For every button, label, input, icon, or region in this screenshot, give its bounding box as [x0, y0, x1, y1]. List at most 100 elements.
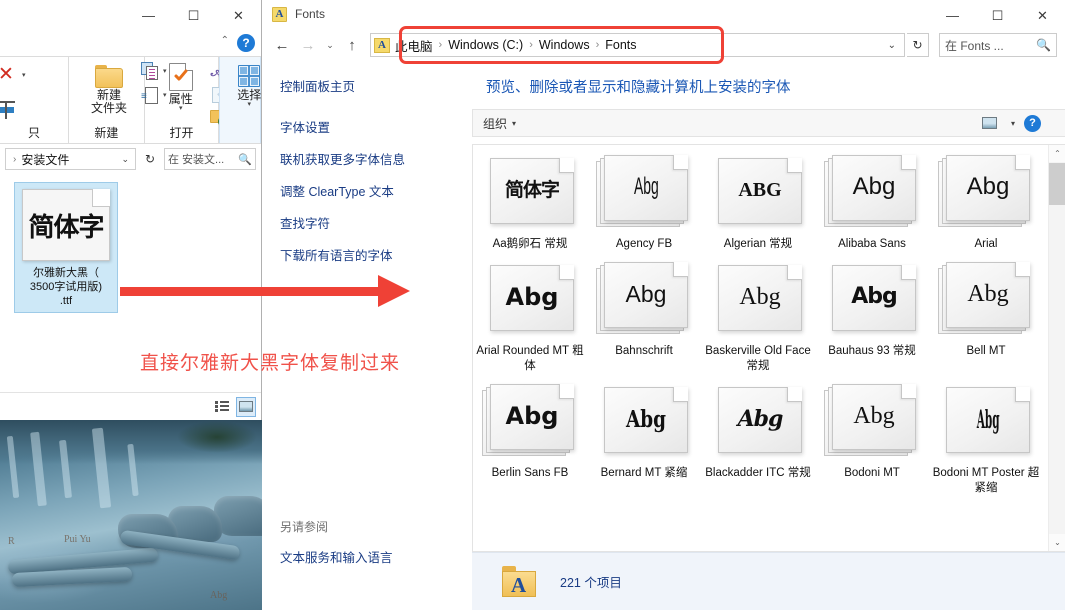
chevron-down-icon[interactable]: ⌄: [115, 154, 135, 165]
font-tile[interactable]: Abg Arial Rounded MT 粗体: [473, 262, 587, 374]
left-breadcrumb[interactable]: › 安装文件 ⌄: [5, 148, 136, 170]
font-tile[interactable]: Abg Berlin Sans FB: [473, 384, 587, 496]
fonts-grid[interactable]: 简体字 Aa鹅卵石 常规 Abg Agency FB ABG Algerian 常规 Abg…: [473, 155, 1048, 506]
font-sample-text: Abg: [851, 284, 898, 309]
properties-caret-icon[interactable]: ▾: [179, 105, 183, 112]
see-also-item-text-services[interactable]: 文本服务和输入语言: [280, 547, 393, 566]
font-sample-preview: Abg: [491, 266, 573, 330]
scrollbar-thumb[interactable]: [1049, 163, 1065, 205]
maximize-button[interactable]: ☐: [975, 0, 1020, 30]
details-view-button[interactable]: [212, 397, 232, 417]
details-view-icon: [215, 401, 229, 412]
font-tile[interactable]: Abg Alibaba Sans: [815, 155, 929, 252]
refresh-icon[interactable]: ↻: [140, 148, 160, 170]
font-file-icon: Abg: [938, 155, 1034, 233]
fonts-folder-icon: A: [502, 565, 538, 598]
close-button[interactable]: ✕: [1020, 0, 1065, 30]
font-tile[interactable]: Abg Baskerville Old Face 常规: [701, 262, 815, 374]
font-tile[interactable]: 简体字 Aa鹅卵石 常规: [473, 155, 587, 252]
sidebar-item-font-settings[interactable]: 字体设置: [280, 117, 462, 136]
breadcrumb-item-2[interactable]: Windows: [539, 38, 590, 52]
properties-button[interactable]: 属性 ▾: [151, 63, 211, 112]
font-name-label: Bodoni MT: [844, 467, 900, 479]
breadcrumb-item-3[interactable]: Fonts: [605, 38, 636, 52]
wallpaper-graffiti: R: [8, 536, 15, 547]
delete-icon[interactable]: ✕: [0, 65, 14, 84]
font-sample-text: Abg: [739, 284, 781, 310]
wallpaper-graffiti: Abg: [210, 590, 228, 601]
fonts-toolbar: 组织 ▾ ▾ ?: [472, 109, 1065, 137]
fonts-grid-scroll: 简体字 Aa鹅卵石 常规 Abg Agency FB ABG Algerian 常规 Abg…: [473, 145, 1048, 551]
forward-button[interactable]: →: [296, 33, 320, 57]
collapse-ribbon-icon[interactable]: ⌃: [221, 35, 229, 46]
fonts-window-controls: — ☐ ✕: [930, 0, 1065, 30]
view-caret-icon[interactable]: ▾: [1011, 119, 1015, 128]
help-icon[interactable]: ?: [237, 34, 255, 52]
fonts-search-input[interactable]: 在 Fonts ... 🔍: [939, 33, 1057, 57]
font-tile[interactable]: Abg Bahnschrift: [587, 262, 701, 374]
font-tile[interactable]: ABG Algerian 常规: [701, 155, 815, 252]
font-name-label: Bodoni MT Poster 超紧缩: [932, 467, 1040, 494]
font-sample-text: Abg: [853, 403, 895, 429]
font-tile[interactable]: Abg Blackadder ITC 常规: [701, 384, 815, 496]
close-button[interactable]: ✕: [216, 0, 261, 30]
ribbon-group-select[interactable]: 选择 ▾: [219, 57, 261, 143]
recent-locations-button[interactable]: ⌄: [322, 33, 338, 57]
sidebar-item-control-panel-home[interactable]: 控制面板主页: [280, 76, 462, 95]
font-sample-preview: Abg: [491, 385, 573, 449]
font-tile[interactable]: Abg Agency FB: [587, 155, 701, 252]
help-icon[interactable]: ?: [1024, 114, 1041, 132]
font-sample-text: Abg: [976, 404, 1000, 434]
font-tile[interactable]: Abg Bodoni MT Poster 超紧缩: [929, 384, 1043, 496]
rename-icon[interactable]: [0, 101, 20, 119]
ribbon-group-label: 新建: [94, 126, 119, 140]
font-file-icon: ABG: [710, 155, 806, 233]
breadcrumb-path[interactable]: A 此电脑 › Windows (C:) › Windows › Fonts ⌄: [370, 33, 905, 57]
breadcrumb-current[interactable]: 安装文件: [21, 151, 69, 168]
font-sample-preview: Abg: [947, 263, 1029, 327]
up-button[interactable]: ↑: [340, 33, 364, 57]
ribbon-group-new: 新建 文件夹 ▾ ≡ ▾ 新建: [69, 57, 166, 143]
view-layout-icon[interactable]: [981, 117, 997, 129]
font-file-icon: Abg: [482, 262, 578, 340]
annotation-note: 直接尔雅新大黑字体复制过来: [140, 353, 401, 374]
font-file-icon: Abg: [824, 262, 920, 340]
file-item-selected[interactable]: 简体字 尔雅新大黑（ 3500字试用版) .ttf: [14, 182, 118, 313]
font-tile[interactable]: Abg Arial: [929, 155, 1043, 252]
fonts-search-placeholder: 在 Fonts ...: [945, 38, 1004, 53]
maximize-button[interactable]: ☐: [171, 0, 216, 30]
fonts-scrollbar[interactable]: ⌃ ⌄: [1048, 145, 1065, 551]
scroll-down-icon[interactable]: ⌄: [1049, 534, 1065, 551]
left-search-input[interactable]: 在 安装文... 🔍: [164, 148, 256, 170]
select-caret-icon[interactable]: ▾: [247, 101, 251, 108]
font-sample-preview: Abg: [833, 266, 915, 330]
sidebar-item-adjust-cleartype[interactable]: 调整 ClearType 文本: [280, 181, 462, 200]
organize-button[interactable]: 组织: [483, 115, 507, 132]
new-folder-button[interactable]: 新建 文件夹: [79, 63, 139, 115]
back-button[interactable]: ←: [270, 33, 294, 57]
select-button[interactable]: 选择 ▾: [219, 65, 261, 108]
select-grid-icon: [238, 65, 261, 87]
refresh-icon[interactable]: ↻: [907, 33, 929, 57]
sidebar-item-get-more-fonts[interactable]: 联机获取更多字体信息: [280, 149, 462, 168]
breadcrumb-item-1[interactable]: Windows (C:): [448, 38, 523, 52]
font-sample-preview: Abg: [947, 156, 1029, 220]
delete-caret-icon[interactable]: ▾: [22, 72, 26, 79]
chevron-down-icon[interactable]: ⌄: [880, 40, 904, 51]
large-icons-view-button[interactable]: [236, 396, 256, 417]
minimize-button[interactable]: —: [930, 0, 975, 30]
font-sheet-front: Abg: [604, 155, 688, 221]
font-sheet-front: Abg: [832, 155, 916, 221]
font-sheet-front: Abg: [946, 387, 1030, 453]
sidebar-item-download-all-languages[interactable]: 下载所有语言的字体: [280, 245, 462, 264]
scrollbar-track[interactable]: [1049, 162, 1065, 534]
organize-caret-icon[interactable]: ▾: [512, 119, 516, 128]
font-tile[interactable]: Abg Bell MT: [929, 262, 1043, 374]
font-tile[interactable]: Abg Bodoni MT: [815, 384, 929, 496]
breadcrumb-item-0[interactable]: 此电脑: [395, 36, 433, 55]
minimize-button[interactable]: —: [126, 0, 171, 30]
sidebar-item-find-character[interactable]: 查找字符: [280, 213, 462, 232]
font-tile[interactable]: Abg Bauhaus 93 常规: [815, 262, 929, 374]
scroll-up-icon[interactable]: ⌃: [1049, 145, 1065, 162]
font-tile[interactable]: Abg Bernard MT 紧缩: [587, 384, 701, 496]
